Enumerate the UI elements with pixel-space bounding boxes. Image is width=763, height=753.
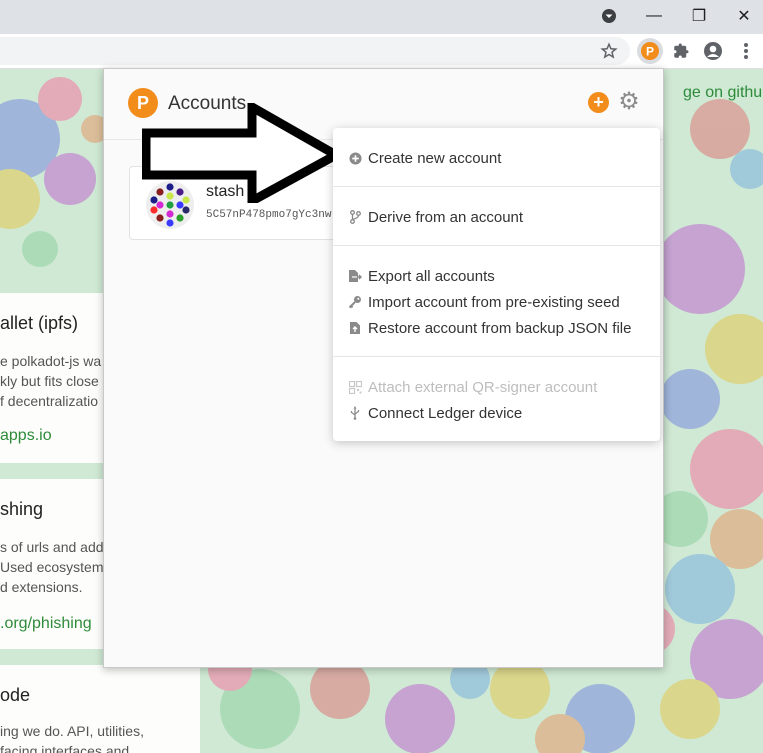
- address-bar[interactable]: [0, 37, 630, 65]
- menu-item-label: Import account from pre-existing seed: [368, 293, 620, 311]
- bg-card-text: f decentralizatio: [0, 393, 99, 409]
- menu-divider: [333, 356, 660, 357]
- bg-card-title: allet (ipfs): [0, 313, 79, 333]
- close-window-button[interactable]: ✕: [730, 4, 758, 28]
- add-account-button[interactable]: +: [588, 92, 609, 113]
- annotation-arrow-icon: [142, 103, 342, 203]
- accounts-options-menu: Create new account Derive from an accoun…: [333, 128, 660, 441]
- browser-toolbar: P: [0, 34, 763, 69]
- bg-card-text: d extensions.: [0, 579, 83, 595]
- menu-item-label: Export all accounts: [368, 267, 495, 285]
- restore-button[interactable]: ❐: [685, 4, 713, 28]
- browser-menu-icon[interactable]: [735, 40, 757, 62]
- bg-card-link[interactable]: apps.io: [0, 427, 52, 445]
- menu-item-create-account[interactable]: Create new account: [348, 147, 501, 169]
- bg-card-code: ode ing we do. API, utilities, facing in…: [0, 665, 200, 753]
- code-branch-icon: [348, 210, 362, 224]
- file-export-icon: [348, 269, 362, 283]
- bg-card-text: s of urls and add: [0, 539, 104, 555]
- bg-card-link[interactable]: .org/phishing: [0, 615, 92, 633]
- qrcode-icon: [348, 380, 362, 394]
- bg-card-text: Used ecosystem: [0, 559, 104, 575]
- bg-card-text: facing interfaces and: [0, 743, 130, 753]
- menu-divider: [333, 245, 660, 246]
- settings-gear-icon[interactable]: ⚙: [616, 89, 642, 115]
- menu-item-connect-ledger[interactable]: Connect Ledger device: [348, 402, 522, 424]
- minimize-button[interactable]: —: [640, 4, 668, 28]
- polkadot-extension-icon[interactable]: P: [637, 38, 663, 64]
- svg-text:P: P: [646, 45, 654, 59]
- bookmark-star-icon[interactable]: [598, 40, 620, 62]
- menu-item-derive-account[interactable]: Derive from an account: [348, 206, 523, 228]
- menu-item-label: Create new account: [368, 149, 502, 167]
- usb-icon: [348, 406, 362, 420]
- menu-item-label: Attach external QR-signer account: [368, 378, 598, 396]
- plus-circle-icon: [348, 151, 362, 165]
- bg-card-text: kly but fits close: [0, 373, 99, 389]
- bg-card-text: ing we do. API, utilities,: [0, 723, 144, 739]
- menu-item-attach-qr-signer[interactable]: Attach external QR-signer account: [348, 376, 597, 398]
- file-upload-icon: [348, 321, 362, 335]
- menu-item-export-accounts[interactable]: Export all accounts: [348, 265, 495, 287]
- bg-card-wallet: allet (ipfs) e polkadot-js wa kly but fi…: [0, 293, 103, 463]
- key-icon: [348, 295, 362, 309]
- bg-card-title: ode: [0, 685, 31, 705]
- bg-card-title: shing: [0, 499, 44, 519]
- menu-divider: [333, 186, 660, 187]
- menu-item-import-seed[interactable]: Import account from pre-existing seed: [348, 291, 620, 313]
- profile-avatar-icon[interactable]: [702, 40, 724, 62]
- menu-item-restore-json[interactable]: Restore account from backup JSON file: [348, 317, 631, 339]
- profile-dropdown-icon[interactable]: [595, 4, 623, 28]
- browser-titlebar: — ❐ ✕: [0, 0, 763, 34]
- account-address: 5C57nP478pmo7gYc3nw: [206, 209, 332, 221]
- extensions-puzzle-icon[interactable]: [670, 40, 692, 62]
- github-link[interactable]: ge on github: [683, 84, 763, 102]
- bg-card-phishing: shing s of urls and add Used ecosystem d…: [0, 479, 104, 649]
- menu-item-label: Derive from an account: [368, 208, 524, 226]
- menu-item-label: Connect Ledger device: [368, 404, 523, 422]
- menu-item-label: Restore account from backup JSON file: [368, 319, 632, 337]
- bg-card-text: e polkadot-js wa: [0, 353, 102, 369]
